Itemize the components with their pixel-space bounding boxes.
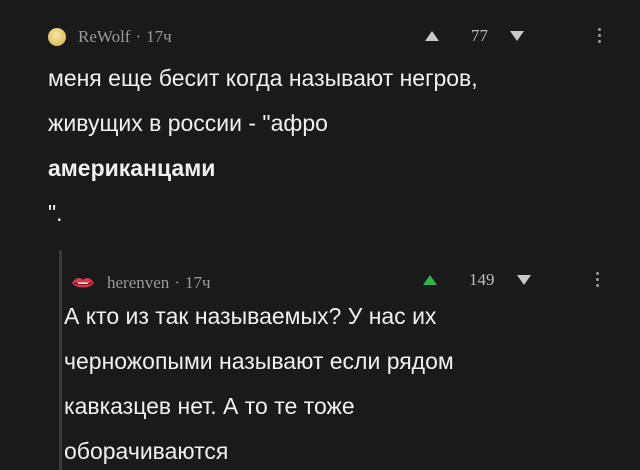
comment-body: меня еще бесит когда называют негров, жи… bbox=[48, 56, 628, 236]
vote-controls: 77 bbox=[425, 26, 524, 46]
comment-meta: herenven · 17ч bbox=[71, 270, 211, 296]
comment-meta: ReWolf · 17ч bbox=[48, 24, 172, 50]
comment-line: А кто из так называемых? У нас их bbox=[64, 303, 437, 329]
comment-2: herenven · 17ч 149 А кто из так называем… bbox=[58, 250, 640, 470]
comment-body: А кто из так называемых? У нас их чернож… bbox=[64, 294, 624, 470]
upvote-icon[interactable] bbox=[425, 31, 439, 41]
meta-separator: · bbox=[174, 273, 180, 292]
comment-1: ReWolf · 17ч 77 меня еще бесит когда наз… bbox=[0, 0, 640, 240]
comment-line-bold: американцами bbox=[48, 155, 216, 181]
author-name[interactable]: herenven bbox=[107, 273, 169, 293]
vote-controls: 149 bbox=[423, 270, 531, 290]
comment-line: черножопыми называют если рядом bbox=[64, 348, 454, 374]
score: 149 bbox=[469, 270, 495, 289]
comment-line: кавказцев нет. А то те тоже bbox=[64, 393, 355, 419]
author-name[interactable]: ReWolf bbox=[78, 27, 130, 47]
comment-line: оборачиваются bbox=[64, 438, 229, 464]
meta-separator: · bbox=[135, 27, 142, 46]
comment-line: живущих в россии - "афро bbox=[48, 110, 328, 136]
timestamp: 17ч bbox=[184, 273, 211, 292]
comment-line: меня еще бесит когда называют негров, bbox=[48, 65, 478, 91]
score: 77 bbox=[471, 26, 488, 45]
kebab-menu-icon[interactable] bbox=[598, 28, 602, 43]
upvote-icon[interactable] bbox=[423, 275, 437, 285]
kebab-menu-icon[interactable] bbox=[596, 272, 600, 287]
downvote-icon[interactable] bbox=[516, 275, 531, 285]
timestamp: 17ч bbox=[146, 27, 172, 46]
user-avatar-icon[interactable] bbox=[48, 28, 66, 46]
downvote-icon[interactable] bbox=[510, 31, 524, 41]
comment-line: ". bbox=[48, 200, 63, 226]
lips-avatar-icon[interactable] bbox=[71, 276, 95, 290]
